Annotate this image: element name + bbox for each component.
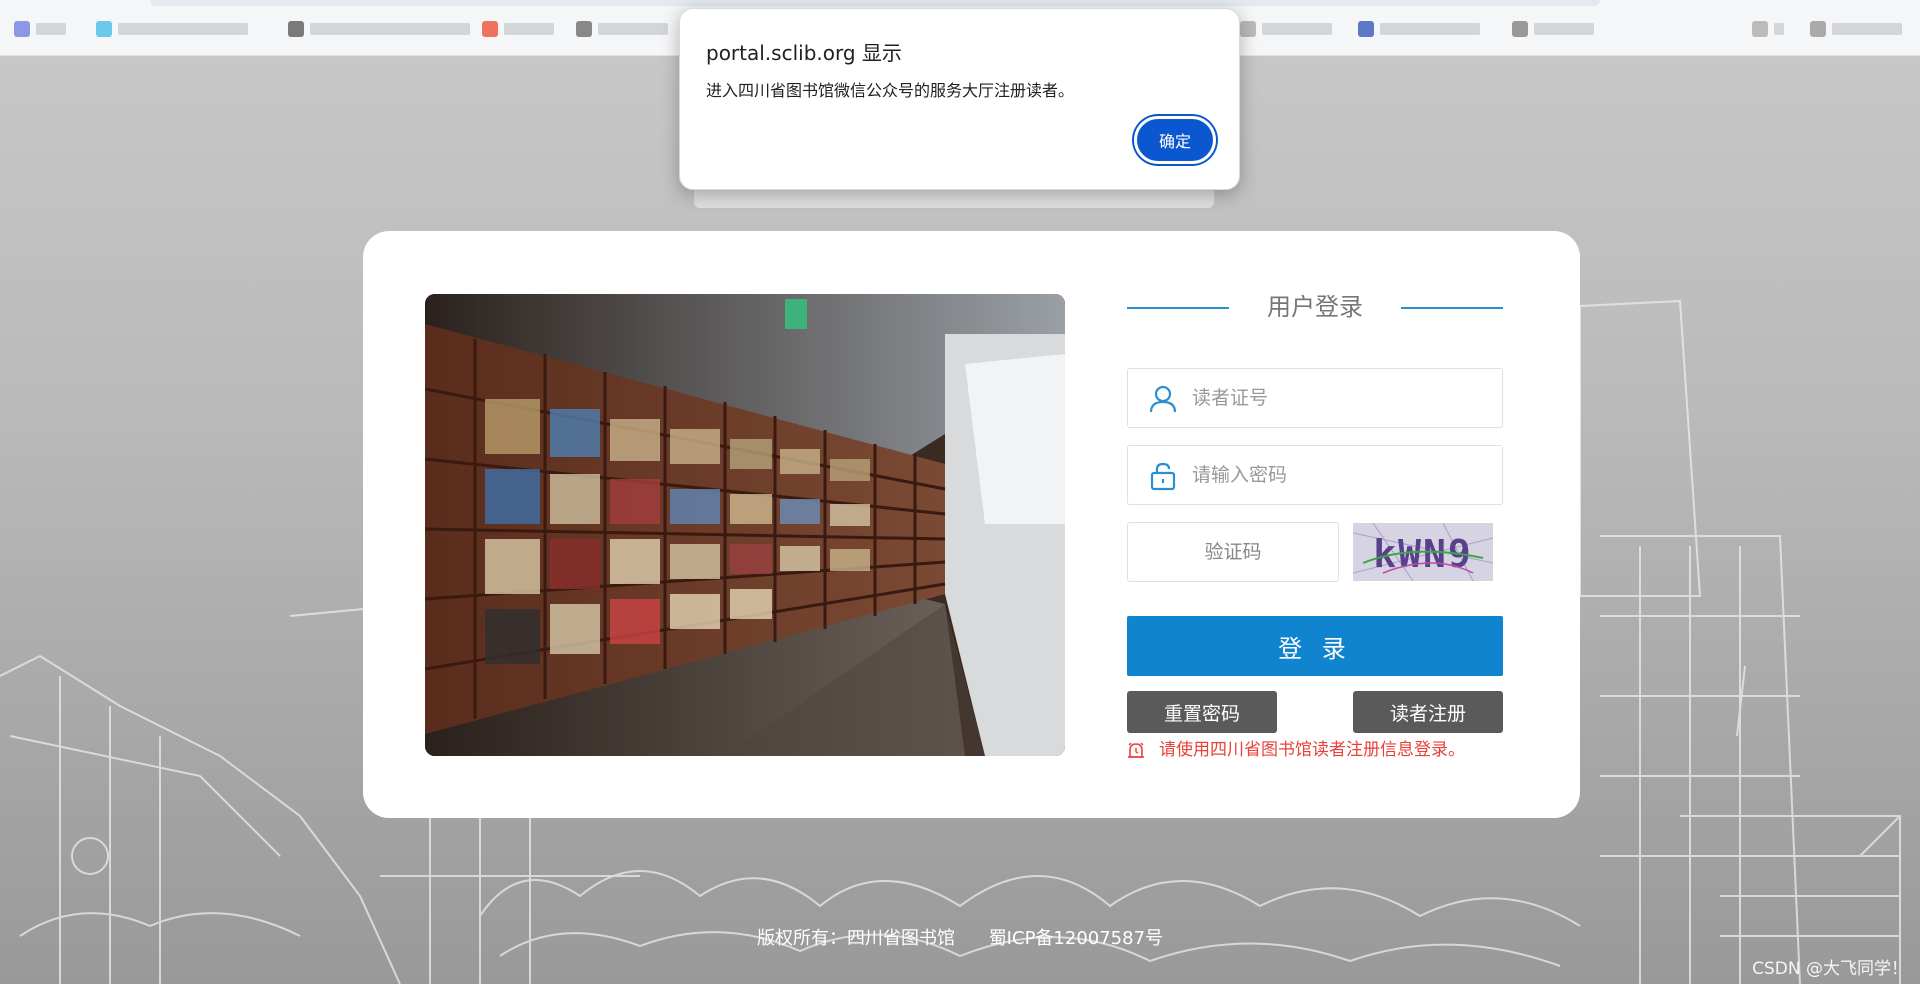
reset-password-button[interactable]: 重置密码 <box>1127 691 1277 733</box>
bookmark-item[interactable] <box>96 20 256 38</box>
password-input[interactable] <box>1192 446 1492 504</box>
captcha-field[interactable] <box>1127 522 1339 582</box>
bookmark-item[interactable] <box>288 20 478 38</box>
bookmark-item[interactable] <box>482 20 562 38</box>
login-title-row: 用户登录 <box>1127 289 1503 325</box>
bookmark-item[interactable] <box>1240 20 1340 38</box>
dialog-origin: portal.sclib.org 显示 <box>706 41 902 65</box>
footer-icp[interactable]: 蜀ICP备12007587号 <box>989 928 1163 949</box>
bookmark-item[interactable] <box>14 20 74 38</box>
login-title: 用户登录 <box>1267 293 1363 321</box>
footer-copyright: 版权所有：四川省图书馆 <box>756 928 955 949</box>
library-photo <box>425 294 1065 756</box>
address-bar-edge <box>150 0 1600 6</box>
watermark: CSDN @大飞同学！ <box>1752 959 1908 979</box>
login-notice-text: 请使用四川省图书馆读者注册信息登录。 <box>1159 740 1465 760</box>
footer: 版权所有：四川省图书馆 蜀ICP备12007587号 <box>0 924 1920 950</box>
card-number-field[interactable] <box>1127 368 1503 428</box>
login-notice: 请使用四川省图书馆读者注册信息登录。 <box>1127 736 1465 764</box>
alarm-icon <box>1128 742 1144 758</box>
captcha-image[interactable]: kWN9 <box>1353 523 1493 581</box>
password-field[interactable] <box>1127 445 1503 505</box>
captcha-input[interactable] <box>1128 523 1338 581</box>
dialog-ok-button[interactable]: 确定 <box>1134 116 1216 164</box>
lock-icon <box>1150 462 1176 491</box>
login-card: 用户登录 kWN9 登 录 重置密码 读者注册 <box>363 231 1580 818</box>
dialog-message: 进入四川省图书馆微信公众号的服务大厅注册读者。 <box>706 81 1075 100</box>
bookmark-item[interactable] <box>1752 20 1792 38</box>
login-button[interactable]: 登 录 <box>1127 616 1503 676</box>
card-number-input[interactable] <box>1192 369 1492 427</box>
bookmark-item[interactable] <box>1810 20 1910 38</box>
alert-dialog: portal.sclib.org 显示 进入四川省图书馆微信公众号的服务大厅注册… <box>679 8 1240 190</box>
user-icon <box>1149 385 1177 413</box>
bookmark-item[interactable] <box>576 20 676 38</box>
bookmark-item[interactable] <box>1512 20 1602 38</box>
register-button[interactable]: 读者注册 <box>1353 691 1503 733</box>
bookshelf-illustration <box>425 294 1065 756</box>
bookmark-item[interactable] <box>1358 20 1488 38</box>
